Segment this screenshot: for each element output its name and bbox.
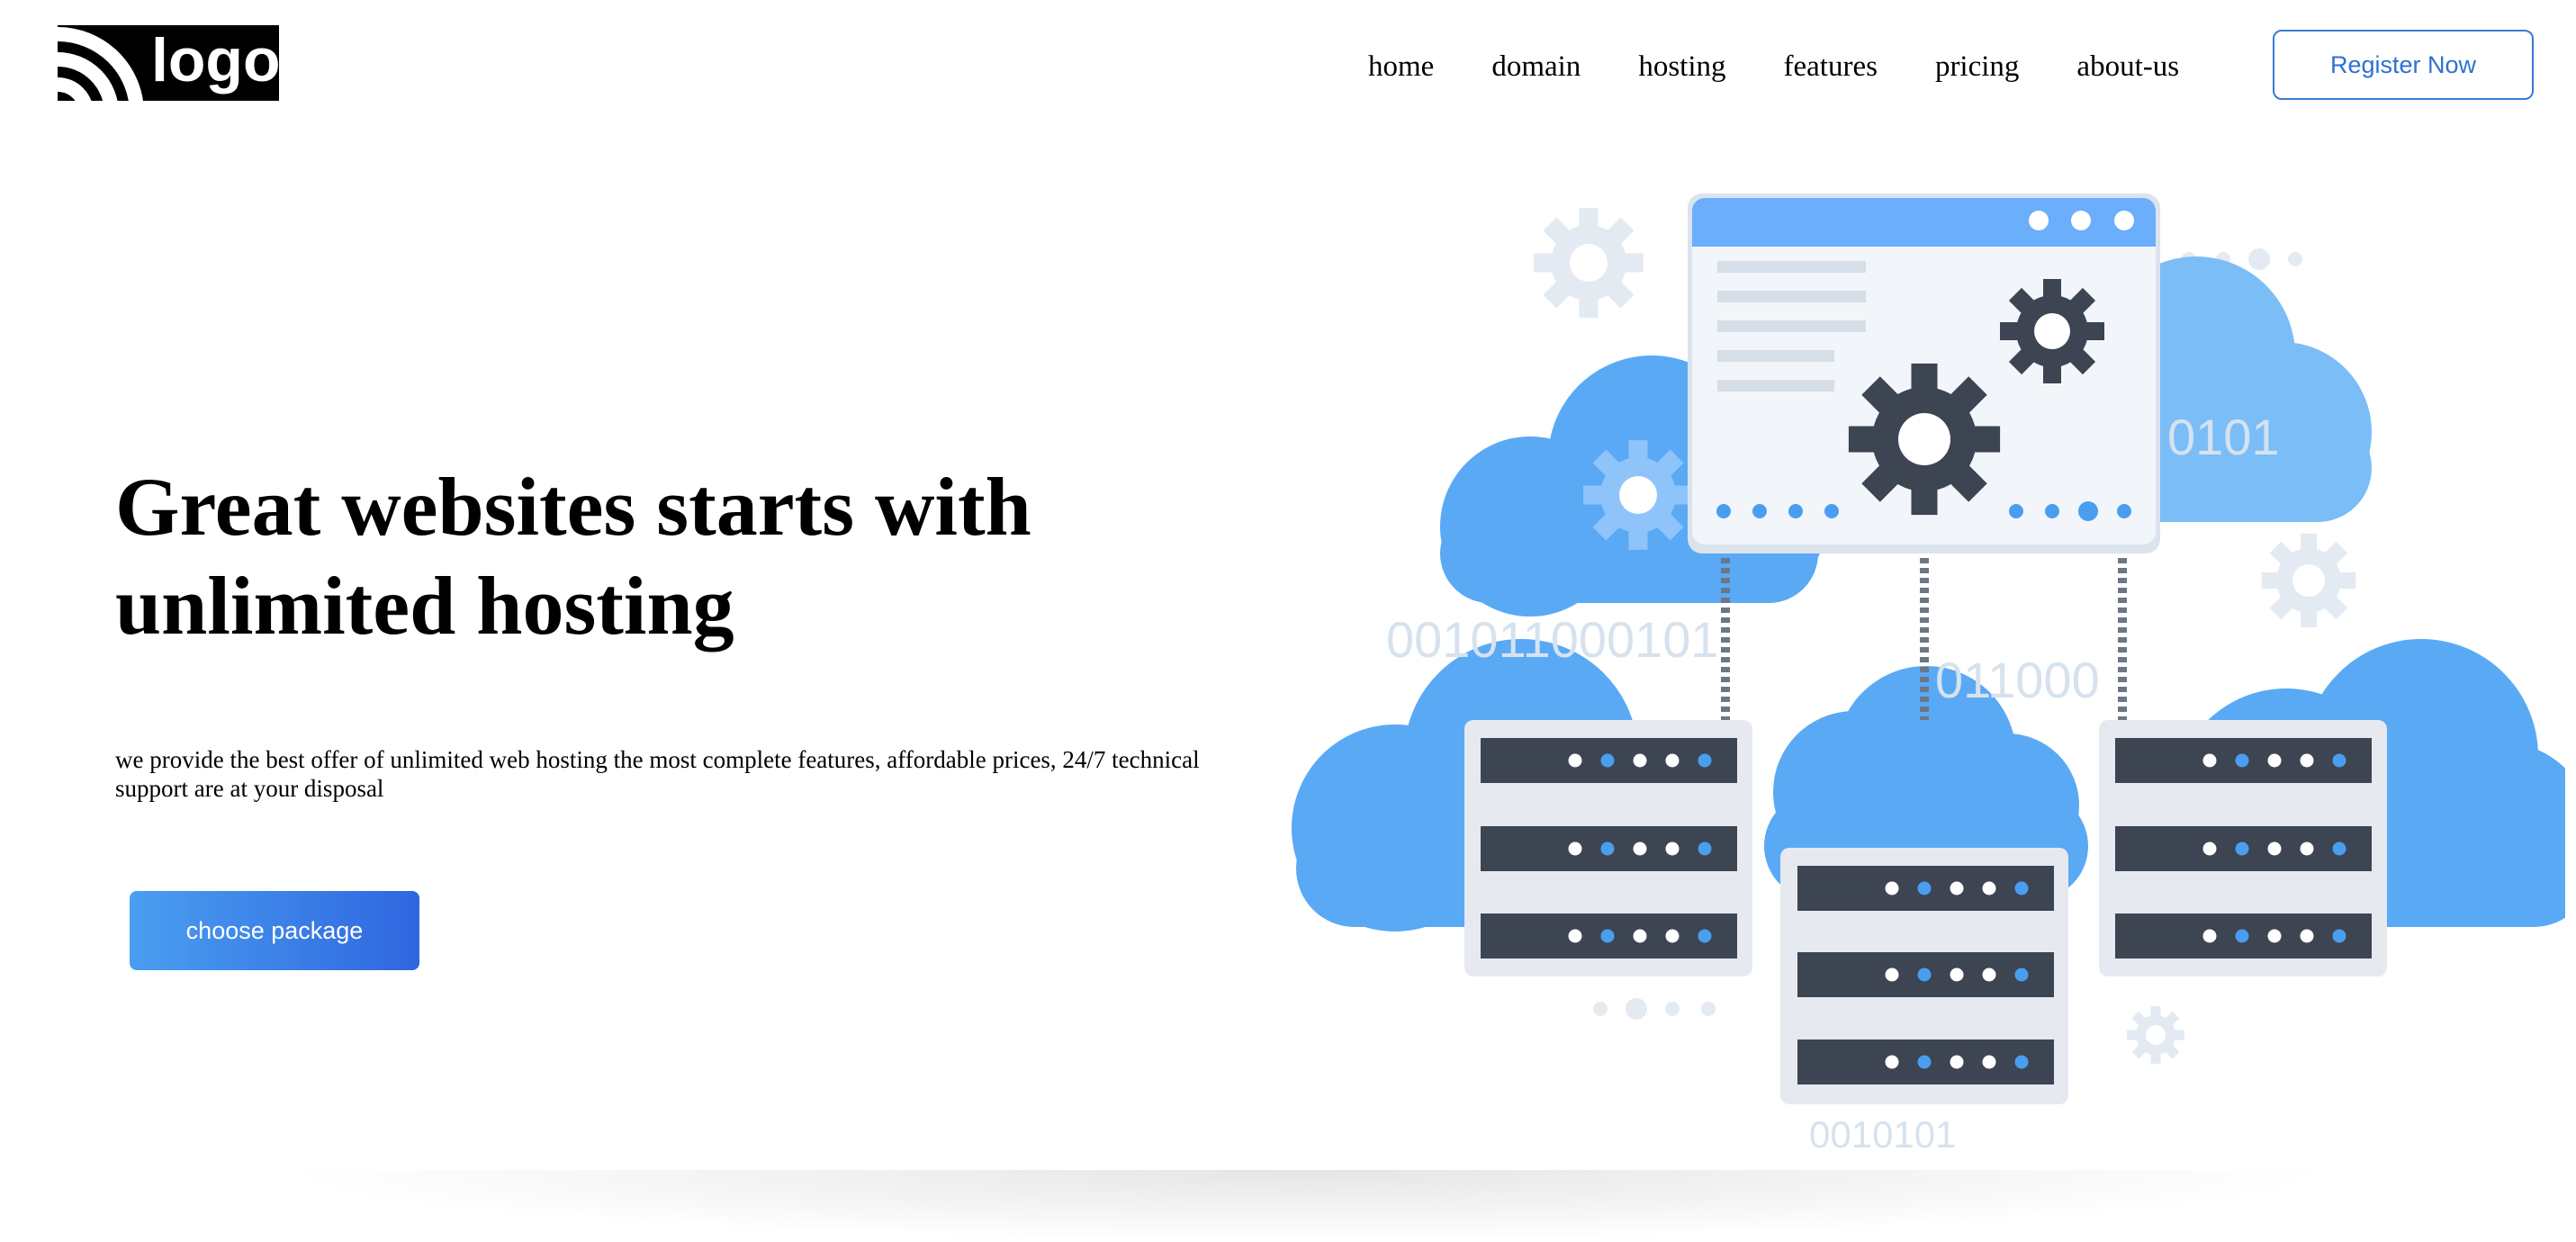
server-light <box>2300 929 2314 943</box>
server-light <box>1982 1055 1996 1069</box>
wifi-signal-icon <box>58 27 143 101</box>
gear-icon <box>1534 208 1644 318</box>
gear-icon <box>2127 1006 2184 1064</box>
server-light <box>1698 929 1712 943</box>
server-light <box>1917 1055 1932 1069</box>
server-light <box>2202 842 2217 856</box>
server-light <box>1633 753 1647 768</box>
hero-headline-line1: Great websites starts with <box>115 461 1031 553</box>
binary-text: 0010101 <box>1809 1113 1957 1156</box>
server-light <box>2332 842 2346 856</box>
nav-pricing[interactable]: pricing <box>1935 43 2019 90</box>
server-light <box>2014 881 2029 896</box>
hero-headline: Great websites starts with unlimited hos… <box>115 457 1195 655</box>
server-light <box>1665 753 1680 768</box>
server-light <box>1665 929 1680 943</box>
server-light <box>2235 753 2249 768</box>
server-light <box>2202 753 2217 768</box>
gear-icon <box>1583 440 1693 550</box>
bottom-shadow <box>270 1170 2340 1242</box>
server-light <box>2267 929 2282 943</box>
server-light <box>2332 929 2346 943</box>
server-light <box>1568 842 1582 856</box>
server-light <box>1885 968 1899 982</box>
nav-home[interactable]: home <box>1368 43 1434 90</box>
choose-package-button[interactable]: choose package <box>130 891 419 970</box>
server-light <box>2332 753 2346 768</box>
logo-text: logo <box>151 26 281 94</box>
server-light <box>1698 842 1712 856</box>
server-light <box>2202 929 2217 943</box>
nav-hosting[interactable]: hosting <box>1638 43 1725 90</box>
server-light <box>1698 753 1712 768</box>
gear-icon <box>1848 363 2001 516</box>
server-light <box>1917 968 1932 982</box>
server-light <box>1568 929 1582 943</box>
nav-domain[interactable]: domain <box>1491 43 1581 90</box>
server-light <box>2300 842 2314 856</box>
server-light <box>2300 753 2314 768</box>
logo[interactable]: logo <box>58 25 281 101</box>
server-light <box>1885 881 1899 896</box>
binary-text: 001011000101 <box>1386 611 1719 668</box>
main-nav: home domain hosting features pricing abo… <box>1368 43 2179 90</box>
server-light <box>2235 842 2249 856</box>
binary-text: 011000 <box>1935 652 2100 708</box>
nav-about-us[interactable]: about-us <box>2076 43 2179 90</box>
server-light <box>2014 1055 2029 1069</box>
server-light <box>1950 1055 1964 1069</box>
server-light <box>2267 842 2282 856</box>
binary-text: 0101 <box>2167 409 2280 465</box>
server-light <box>2267 753 2282 768</box>
gear-icon <box>2000 279 2104 383</box>
hero-description: we provide the best offer of unlimited w… <box>115 746 1200 802</box>
hero-headline-line2: unlimited hosting <box>115 560 734 652</box>
server-light <box>1665 842 1680 856</box>
server-light <box>2014 968 2029 982</box>
register-now-button[interactable]: Register Now <box>2273 30 2534 100</box>
server-light <box>1982 881 1996 896</box>
server-light <box>1633 842 1647 856</box>
hosting-illustration: 0101 001011000101 011000 0010101 <box>1292 194 2565 1156</box>
nav-features[interactable]: features <box>1784 43 1878 90</box>
server-light <box>1950 881 1964 896</box>
server-light <box>1600 842 1615 856</box>
server-light <box>1917 881 1932 896</box>
server-light <box>1633 929 1647 943</box>
server-light <box>2235 929 2249 943</box>
server-light <box>1600 929 1615 943</box>
server-light <box>1982 968 1996 982</box>
gear-icon <box>2261 533 2356 628</box>
server-light <box>1950 968 1964 982</box>
server-light <box>1568 753 1582 768</box>
server-light <box>1600 753 1615 768</box>
server-light <box>1885 1055 1899 1069</box>
